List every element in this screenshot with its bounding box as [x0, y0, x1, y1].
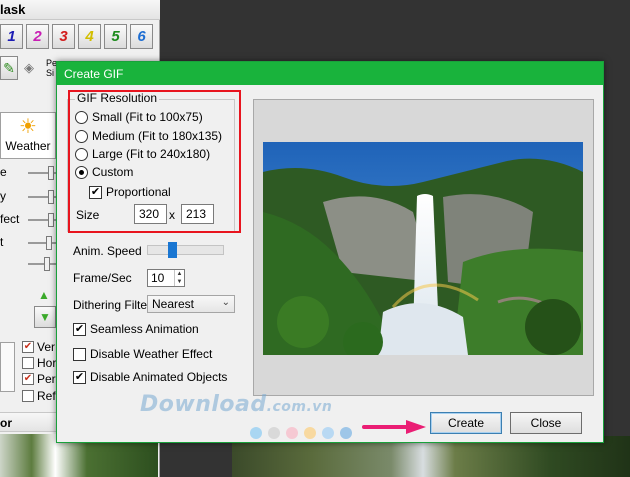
- radio-small-label: Small (Fit to 100x75): [92, 110, 203, 124]
- check-hor-label: Hor: [37, 356, 57, 370]
- anim-speed-label: Anim. Speed: [73, 244, 142, 258]
- palette-row: 1 2 3 4 5 6: [0, 24, 153, 49]
- radio-medium[interactable]: Medium (Fit to 180x135): [75, 129, 222, 143]
- tab-weather[interactable]: ☀ Weather: [0, 112, 56, 158]
- slider-5[interactable]: [28, 257, 56, 271]
- radio-custom[interactable]: Custom: [75, 165, 133, 179]
- disable-objects-check-icon[interactable]: ✔: [73, 370, 86, 384]
- palette-button-1[interactable]: 1: [0, 24, 23, 49]
- check-ver-box[interactable]: ✔: [22, 341, 34, 353]
- palette-button-2[interactable]: 2: [26, 24, 49, 49]
- slider-4[interactable]: [28, 236, 56, 250]
- slider-2[interactable]: [28, 190, 56, 204]
- check-hor-box[interactable]: [22, 357, 34, 369]
- watermark-text: Download.com.vn: [140, 392, 332, 417]
- watermark-dots: [250, 427, 352, 439]
- check-ref[interactable]: Ref: [22, 389, 56, 403]
- chevron-down-icon: ⌄: [221, 297, 230, 308]
- frame-sec-label: Frame/Sec: [73, 271, 132, 285]
- dithering-value: Nearest: [152, 297, 195, 311]
- proportional-label: Proportional: [106, 185, 171, 199]
- radio-small-button[interactable]: [75, 110, 88, 124]
- panel-header: lask: [0, 0, 160, 20]
- check-ver[interactable]: ✔ Ver: [22, 340, 55, 354]
- watermark-brand: Download: [140, 392, 267, 417]
- slider-label-2: y: [0, 189, 6, 203]
- check-hor[interactable]: Hor: [22, 356, 56, 370]
- palette-button-3[interactable]: 3: [52, 24, 75, 49]
- anim-speed-slider[interactable]: [147, 242, 224, 258]
- slider-label-1: e: [0, 165, 7, 179]
- spin-arrows-icon[interactable]: ▲ ▼: [174, 270, 184, 286]
- slider-1[interactable]: [28, 166, 56, 180]
- arrow-down-icon[interactable]: ▼: [34, 306, 56, 328]
- frame-sec-spinner[interactable]: 10 ▲ ▼: [147, 269, 185, 287]
- radio-custom-button[interactable]: [75, 165, 88, 179]
- check-ver-label: Ver: [37, 340, 56, 354]
- style-icon-box: [0, 342, 15, 392]
- disable-weather-check-icon[interactable]: [73, 347, 86, 361]
- pointer-arrow-icon: [362, 420, 426, 434]
- arrow-up-icon[interactable]: ▲: [38, 288, 50, 302]
- resolution-legend: GIF Resolution: [75, 91, 160, 105]
- proportional-checkbox[interactable]: ✔ Proportional: [89, 185, 171, 199]
- size-label: Size: [76, 208, 100, 222]
- slider-label-4: t: [0, 235, 4, 249]
- frame-sec-value: 10: [151, 271, 165, 285]
- preview-image: [263, 142, 583, 355]
- radio-large[interactable]: Large (Fit to 240x180): [75, 147, 210, 161]
- watermark-suffix: .com.vn: [266, 399, 333, 415]
- slider-label-3: fect: [0, 212, 20, 226]
- dithering-label: Dithering Filter: [73, 298, 152, 312]
- disable-objects-checkbox[interactable]: ✔ Disable Animated Objects: [73, 370, 227, 384]
- close-button[interactable]: Close: [510, 412, 582, 434]
- slider-3[interactable]: [28, 213, 56, 227]
- check-pers-box[interactable]: ✔: [22, 373, 34, 385]
- palette-button-4[interactable]: 4: [78, 24, 101, 49]
- dialog-title[interactable]: Create GIF: [57, 62, 603, 85]
- radio-medium-label: Medium (Fit to 180x135): [92, 129, 223, 143]
- radio-large-label: Large (Fit to 240x180): [92, 147, 211, 161]
- radio-medium-button[interactable]: [75, 129, 88, 143]
- check-ref-box[interactable]: [22, 390, 34, 402]
- eraser-icon[interactable]: ◈: [24, 60, 34, 76]
- seamless-checkbox[interactable]: ✔ Seamless Animation: [73, 322, 199, 336]
- create-button[interactable]: Create: [430, 412, 502, 434]
- check-ref-label: Ref: [37, 389, 56, 403]
- size-separator: x: [169, 208, 175, 222]
- tab-weather-label: Weather: [5, 139, 51, 153]
- height-input[interactable]: 213: [181, 204, 214, 224]
- radio-custom-label: Custom: [92, 165, 134, 179]
- palette-button-6[interactable]: 6: [130, 24, 153, 49]
- palette-button-5[interactable]: 5: [104, 24, 127, 49]
- radio-small[interactable]: Small (Fit to 100x75): [75, 110, 203, 124]
- create-gif-dialog: Create GIF GIF Resolution Small (Fit to …: [56, 61, 604, 443]
- width-input[interactable]: 320: [134, 204, 167, 224]
- radio-large-button[interactable]: [75, 147, 88, 161]
- seamless-check-icon[interactable]: ✔: [73, 322, 86, 336]
- dithering-select[interactable]: Nearest ⌄: [147, 295, 235, 313]
- pencil-icon[interactable]: ✎: [0, 56, 18, 80]
- weather-sun-icon: ☀: [19, 116, 37, 138]
- disable-objects-label: Disable Animated Objects: [90, 370, 228, 384]
- anim-speed-thumb[interactable]: [168, 242, 177, 258]
- proportional-check-icon[interactable]: ✔: [89, 185, 102, 199]
- disable-weather-checkbox[interactable]: Disable Weather Effect: [73, 347, 212, 361]
- preview-frame: [253, 99, 594, 396]
- disable-weather-label: Disable Weather Effect: [90, 347, 213, 361]
- seamless-label: Seamless Animation: [90, 322, 199, 336]
